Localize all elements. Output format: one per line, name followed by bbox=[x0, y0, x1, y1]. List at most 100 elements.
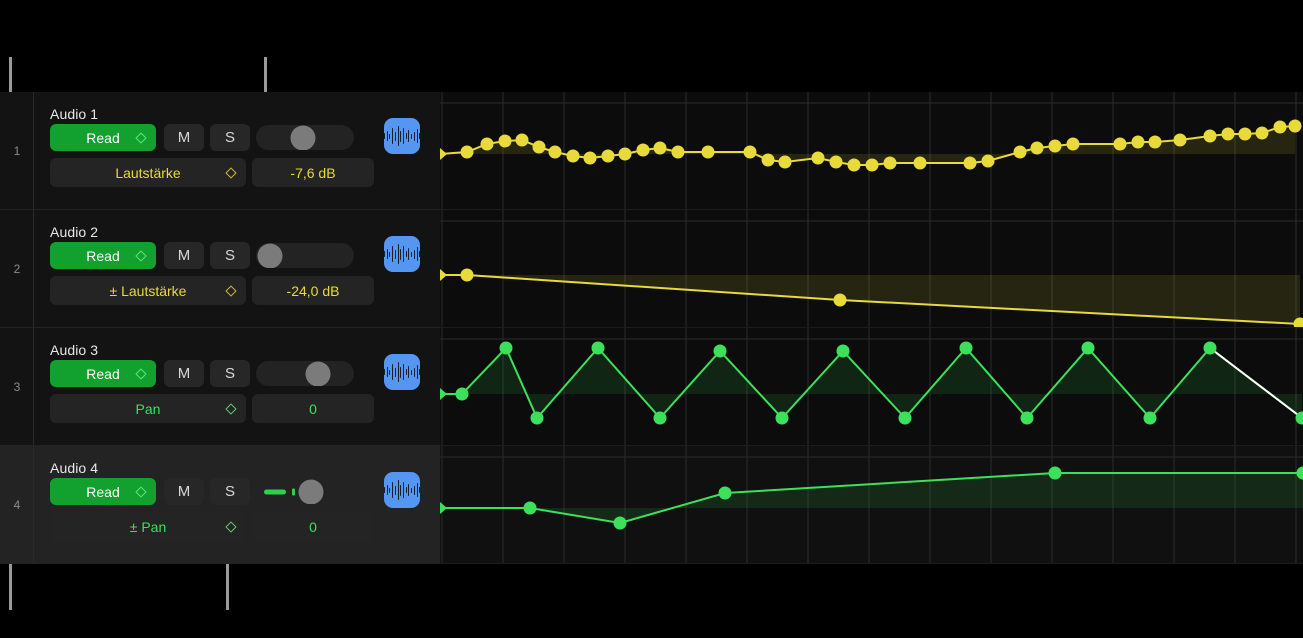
waveform-icon[interactable] bbox=[383, 118, 421, 154]
automation-parameter-menu[interactable]: ± Pan bbox=[50, 512, 246, 541]
automation-point[interactable] bbox=[1030, 141, 1044, 155]
automation-value-field[interactable]: -24,0 dB bbox=[252, 276, 374, 305]
automation-point[interactable] bbox=[1081, 341, 1095, 355]
automation-point[interactable] bbox=[847, 158, 861, 172]
automation-point[interactable] bbox=[836, 344, 850, 358]
automation-parameter-menu[interactable]: Lautstärke bbox=[50, 158, 246, 187]
volume-slider[interactable] bbox=[256, 125, 354, 150]
slider-knob[interactable] bbox=[305, 361, 331, 386]
automation-point[interactable] bbox=[775, 411, 789, 425]
automation-point[interactable] bbox=[1203, 129, 1217, 143]
automation-value-field[interactable]: -7,6 dB bbox=[252, 158, 374, 187]
automation-point[interactable] bbox=[601, 149, 615, 163]
slider-knob[interactable] bbox=[290, 125, 316, 150]
waveform-icon[interactable] bbox=[383, 236, 421, 272]
automation-lane[interactable] bbox=[440, 328, 1303, 446]
volume-slider[interactable] bbox=[256, 479, 354, 504]
automation-point[interactable] bbox=[460, 268, 474, 282]
slider-knob[interactable] bbox=[298, 479, 324, 504]
automation-point[interactable] bbox=[1048, 139, 1062, 153]
slider-knob[interactable] bbox=[257, 243, 283, 268]
automation-parameter-menu[interactable]: ± Lautstärke bbox=[50, 276, 246, 305]
solo-button[interactable]: S bbox=[210, 360, 250, 387]
automation-point[interactable] bbox=[1221, 127, 1235, 141]
automation-point[interactable] bbox=[713, 344, 727, 358]
volume-slider[interactable] bbox=[256, 361, 354, 386]
automation-point[interactable] bbox=[1173, 133, 1187, 147]
automation-point[interactable] bbox=[1203, 341, 1217, 355]
automation-point[interactable] bbox=[653, 141, 667, 155]
automation-point[interactable] bbox=[1288, 119, 1302, 133]
automation-point[interactable] bbox=[460, 145, 474, 159]
solo-button[interactable]: S bbox=[210, 242, 250, 269]
automation-point[interactable] bbox=[653, 411, 667, 425]
automation-point[interactable] bbox=[1148, 135, 1162, 149]
automation-point[interactable] bbox=[913, 156, 927, 170]
automation-point[interactable] bbox=[515, 133, 529, 147]
automation-point[interactable] bbox=[591, 341, 605, 355]
automation-point[interactable] bbox=[566, 149, 580, 163]
waveform-icon[interactable] bbox=[383, 472, 421, 508]
automation-point[interactable] bbox=[898, 411, 912, 425]
automation-point[interactable] bbox=[1048, 466, 1062, 480]
automation-point[interactable] bbox=[455, 387, 469, 401]
automation-point[interactable] bbox=[963, 156, 977, 170]
automation-point[interactable] bbox=[701, 145, 715, 159]
automation-lane[interactable] bbox=[440, 446, 1303, 564]
automation-point[interactable] bbox=[1143, 411, 1157, 425]
automation-point[interactable] bbox=[829, 155, 843, 169]
mute-button[interactable]: M bbox=[164, 360, 204, 387]
automation-point[interactable] bbox=[480, 137, 494, 151]
automation-mode-button[interactable]: Read bbox=[50, 242, 156, 269]
automation-point[interactable] bbox=[1020, 411, 1034, 425]
automation-value-field[interactable]: 0 bbox=[252, 394, 374, 423]
automation-point[interactable] bbox=[865, 158, 879, 172]
automation-mode-button[interactable]: Read bbox=[50, 124, 156, 151]
automation-point[interactable] bbox=[1013, 145, 1027, 159]
automation-value-field[interactable]: 0 bbox=[252, 512, 374, 541]
automation-point[interactable] bbox=[498, 134, 512, 148]
automation-mode-button[interactable]: Read bbox=[50, 360, 156, 387]
automation-lane[interactable] bbox=[440, 210, 1303, 328]
automation-point[interactable] bbox=[1131, 135, 1145, 149]
automation-point[interactable] bbox=[1238, 127, 1252, 141]
track-header-row[interactable]: 4 Audio 4 Read M S ± Pan 0 bbox=[0, 446, 440, 564]
automation-point[interactable] bbox=[981, 154, 995, 168]
mute-button[interactable]: M bbox=[164, 124, 204, 151]
automation-value-label: -7,6 dB bbox=[290, 164, 336, 181]
automation-point[interactable] bbox=[833, 293, 847, 307]
automation-point[interactable] bbox=[583, 151, 597, 165]
solo-button[interactable]: S bbox=[210, 124, 250, 151]
automation-parameter-menu[interactable]: Pan bbox=[50, 394, 246, 423]
mute-button[interactable]: M bbox=[164, 242, 204, 269]
automation-point[interactable] bbox=[1066, 137, 1080, 151]
track-header-row[interactable]: 2 Audio 2 Read M S ± Lautstärke -24,0 dB bbox=[0, 210, 440, 328]
automation-point[interactable] bbox=[613, 516, 627, 530]
automation-lane[interactable] bbox=[440, 92, 1303, 210]
automation-point[interactable] bbox=[811, 151, 825, 165]
waveform-icon[interactable] bbox=[383, 354, 421, 390]
automation-point[interactable] bbox=[883, 156, 897, 170]
track-header-row[interactable]: 3 Audio 3 Read M S Pan 0 bbox=[0, 328, 440, 446]
automation-point[interactable] bbox=[1113, 137, 1127, 151]
automation-point[interactable] bbox=[499, 341, 513, 355]
automation-point[interactable] bbox=[1255, 126, 1269, 140]
automation-point[interactable] bbox=[548, 145, 562, 159]
automation-point[interactable] bbox=[743, 145, 757, 159]
automation-point[interactable] bbox=[671, 145, 685, 159]
automation-point[interactable] bbox=[618, 147, 632, 161]
automation-mode-button[interactable]: Read bbox=[50, 478, 156, 505]
automation-point[interactable] bbox=[532, 140, 546, 154]
automation-point[interactable] bbox=[636, 143, 650, 157]
automation-point[interactable] bbox=[1273, 120, 1287, 134]
track-header-row[interactable]: 1 Audio 1 Read M S Lautstärke -7,6 dB bbox=[0, 92, 440, 210]
automation-point[interactable] bbox=[959, 341, 973, 355]
automation-point[interactable] bbox=[530, 411, 544, 425]
mute-button[interactable]: M bbox=[164, 478, 204, 505]
automation-point[interactable] bbox=[523, 501, 537, 515]
automation-point[interactable] bbox=[761, 153, 775, 167]
automation-point[interactable] bbox=[718, 486, 732, 500]
volume-slider[interactable] bbox=[256, 243, 354, 268]
automation-point[interactable] bbox=[778, 155, 792, 169]
solo-button[interactable]: S bbox=[210, 478, 250, 505]
